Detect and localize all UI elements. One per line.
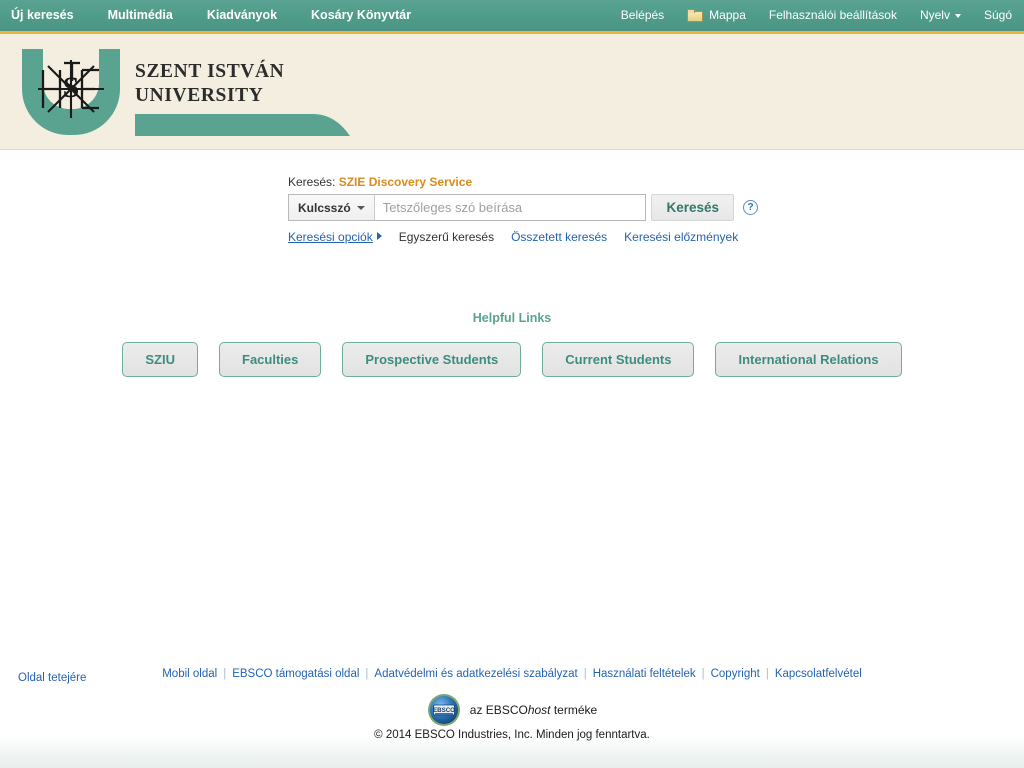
help-icon[interactable]: ?: [743, 200, 758, 215]
search-field-select[interactable]: Kulcsszó: [288, 194, 374, 221]
nav-help[interactable]: Súgó: [984, 0, 1012, 31]
search-button[interactable]: Keresés: [651, 194, 734, 221]
ebsco-prefix: az EBSCO: [469, 703, 528, 717]
page-footer: Oldal tetejére Mobil oldal | EBSCO támogat…: [0, 651, 1024, 768]
search-label-prefix: Keresés:: [288, 175, 336, 189]
footer-links-row: Mobil oldal | EBSCO támogatási oldal | Adatv…: [0, 668, 1024, 680]
chevron-down-icon: [356, 205, 365, 210]
folder-icon: [687, 9, 704, 22]
nav-sign-in-label: Belépés: [620, 8, 665, 22]
nav-language[interactable]: Nyelv: [920, 0, 961, 31]
helpful-link-current-students[interactable]: Current Students: [542, 342, 695, 377]
nav-help-label: Súgó: [983, 8, 1012, 22]
footer-link-separator: |: [765, 668, 769, 680]
nav-publications[interactable]: Kiadványok: [207, 0, 294, 31]
brand-banner: S SZENT ISTVÁN UNIVERSITY: [0, 34, 1024, 150]
search-mode-links: Keresési opciók Egyszerű keresés Összetett…: [288, 230, 758, 244]
nav-preferences[interactable]: Felhasználói beállítások: [769, 0, 897, 31]
link-basic-search: Egyszerű keresés: [399, 230, 494, 244]
footer-link-separator: |: [365, 668, 369, 680]
wordmark-line-2: UNIVERSITY: [135, 84, 264, 106]
footer-link-ebsco-support[interactable]: EBSCO támogatási oldal: [232, 668, 359, 680]
svg-text:S: S: [63, 71, 80, 104]
top-navigation-bar: Új keresés Multimédia Kiadványok Kosáry Kön…: [0, 0, 1024, 31]
search-input[interactable]: [373, 194, 647, 221]
chevron-down-icon: [954, 13, 961, 18]
ebsco-host-italic: host: [527, 703, 551, 717]
top-nav-left-group: Új keresés Multimédia Kiadványok Kosáry Kön…: [0, 0, 445, 31]
university-logo[interactable]: S SZENT ISTVÁN UNIVERSITY: [18, 45, 350, 143]
nav-language-label: Nyelv: [919, 8, 950, 22]
footer-link-separator: |: [223, 668, 227, 680]
ebsco-product-text: az EBSCOhost terméke: [470, 703, 597, 717]
nav-sign-in[interactable]: Belépés: [621, 0, 664, 31]
nav-folder-label: Mappa: [709, 8, 746, 22]
search-database-name[interactable]: SZIE Discovery Service: [339, 175, 472, 189]
nav-preferences-label: Felhasználói beállítások: [768, 8, 897, 22]
helpful-link-international-relations[interactable]: International Relations: [715, 342, 902, 377]
footer-link-mobile-site[interactable]: Mobil oldal: [162, 668, 217, 680]
nav-kosary-library[interactable]: Kosáry Könyvtár: [311, 0, 428, 31]
helpful-links-row: SZIU Faculties Prospective Students Current…: [0, 342, 1024, 377]
brand-swoosh-shape: [135, 114, 350, 136]
footer-link-privacy-policy[interactable]: Adatvédelmi és adatkezelési szabályzat: [374, 668, 577, 680]
footer-link-separator: |: [701, 668, 705, 680]
search-panel: Keresés: SZIE Discovery Service Kulcsszó…: [288, 175, 758, 244]
wordmark-line-1: SZENT ISTVÁN: [135, 61, 285, 82]
helpful-link-sziu[interactable]: SZIU: [122, 342, 198, 377]
search-bar: Kulcsszó Keresés ?: [288, 194, 758, 221]
copyright-text: © 2014 EBSCO Industries, Inc. Minden jog…: [374, 729, 650, 741]
logo-monogram-icon: S: [38, 60, 104, 118]
helpful-links-title: Helpful Links: [472, 311, 552, 325]
footer-link-separator: |: [583, 668, 587, 680]
link-advanced-search[interactable]: Összetett keresés: [511, 230, 607, 244]
nav-folder[interactable]: Mappa: [687, 0, 746, 31]
main-content: Keresés: SZIE Discovery Service Kulcsszó…: [0, 151, 1024, 651]
footer-link-contact[interactable]: Kapcsolatfelvétel: [775, 668, 862, 680]
helpful-links-section: Helpful Links SZIU Faculties Prospective S…: [0, 311, 1024, 377]
search-field-select-value: Kulcsszó: [298, 200, 351, 215]
link-search-history[interactable]: Keresési előzmények: [624, 230, 738, 244]
university-wordmark: SZENT ISTVÁN UNIVERSITY: [135, 60, 284, 108]
helpful-link-prospective-students[interactable]: Prospective Students: [342, 342, 522, 377]
search-scope-label: Keresés: SZIE Discovery Service: [288, 175, 758, 189]
footer-link-terms-of-use[interactable]: Használati feltételek: [593, 668, 696, 680]
footer-link-copyright[interactable]: Copyright: [711, 668, 760, 680]
link-search-history-label: Keresési előzmények: [624, 230, 739, 244]
nav-multimedia[interactable]: Multimédia: [108, 0, 190, 31]
link-basic-search-label: Egyszerű keresés: [398, 230, 495, 244]
nav-new-search[interactable]: Új keresés: [11, 0, 91, 31]
ebsco-suffix: terméke: [550, 703, 598, 717]
link-search-options[interactable]: Keresési opciók: [288, 230, 382, 244]
triangle-right-icon: [376, 232, 382, 240]
helpful-link-faculties[interactable]: Faculties: [219, 342, 322, 377]
ebsco-branding: EBSCO az EBSCOhost terméke: [0, 693, 1024, 727]
ebsco-logo-icon: EBSCO: [427, 694, 460, 726]
top-nav-right-group: Belépés Mappa Felhasználói beállítások Nyel…: [598, 0, 1024, 31]
link-advanced-search-label: Összetett keresés: [511, 230, 608, 244]
link-search-options-label: Keresési opciók: [288, 230, 373, 244]
